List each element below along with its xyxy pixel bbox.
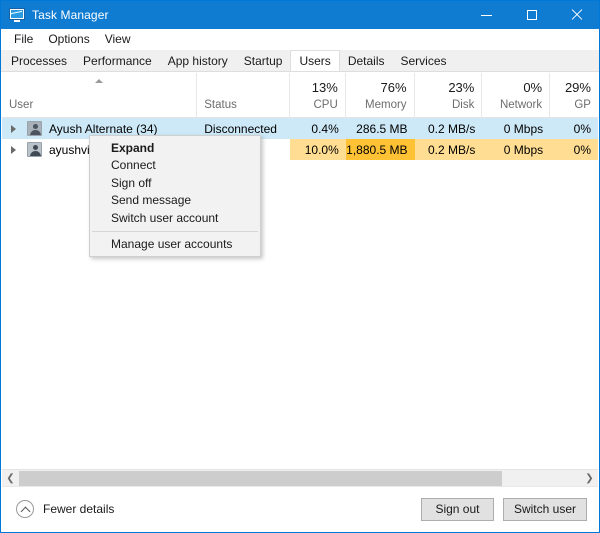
column-header-status-label: Status [204,99,237,111]
row-network-cell: 0 Mbps [482,139,551,160]
menu-bar: File Options View [1,29,599,50]
title-bar: Task Manager [1,1,599,29]
context-menu-item-connect[interactable]: Connect [90,157,260,175]
user-avatar [27,142,42,157]
close-icon[interactable] [554,1,599,29]
column-header-memory[interactable]: 76% Memory [346,73,415,118]
sort-ascending-icon [95,79,104,83]
menu-options[interactable]: Options [42,30,97,49]
row-user-name: Ayush Alternate (34) [49,121,158,136]
column-header-network[interactable]: 0% Network [482,73,551,118]
row-memory-cell: 286.5 MB [345,118,415,139]
row-cpu-cell: 10.0% [289,139,346,160]
fewer-details-label: Fewer details [43,502,115,516]
tab-users[interactable]: Users [290,50,340,71]
chevron-right-icon[interactable] [11,145,16,154]
column-header-disk-percent: 23% [448,80,475,95]
column-header-status[interactable]: Status [197,73,290,118]
tab-processes[interactable]: Processes [3,50,76,71]
column-header-user-label: User [9,99,34,111]
window-title: Task Manager [32,8,109,22]
context-menu-item-switch-user-account[interactable]: Switch user account [90,209,260,227]
scrollbar-thumb[interactable] [19,470,503,486]
column-header-user[interactable]: User [2,73,198,118]
row-cpu-cell: 0.4% [289,118,346,139]
scroll-left-icon[interactable]: ❮ [2,470,19,487]
row-status-value: Disconnected [204,121,277,136]
horizontal-scrollbar[interactable]: ❮ ❯ [2,469,598,487]
context-menu-item-expand[interactable]: Expand [90,139,260,157]
column-header-gpu[interactable]: 29% GP [550,73,598,118]
users-table: User Status 13% CPU 76% Memory 23% Disk … [2,73,598,466]
row-user-name: ayushvij [49,142,93,157]
context-menu-separator [92,230,258,232]
column-header-network-percent: 0% [523,80,543,95]
tab-details[interactable]: Details [339,50,393,71]
context-menu-item-manage-user-accounts[interactable]: Manage user accounts [90,236,260,254]
column-header-cpu[interactable]: 13% CPU [290,73,346,118]
window-controls [464,1,599,29]
task-manager-icon [9,7,25,23]
column-header-disk[interactable]: 23% Disk [415,73,483,118]
table-header: User Status 13% CPU 76% Memory 23% Disk … [2,73,598,118]
chevron-up-circle-icon [16,500,34,518]
row-disk-cell: 0.2 MB/s [414,139,483,160]
column-header-gpu-percent: 29% [564,80,591,95]
column-header-gpu-label: GP [574,99,591,111]
column-header-cpu-label: CPU [313,99,338,111]
tab-services[interactable]: Services [392,50,455,71]
task-manager-window: Task Manager File Options View Processes… [0,0,600,533]
tab-app-history[interactable]: App history [159,50,236,71]
row-memory-cell: 1,880.5 MB [345,139,415,160]
column-header-network-label: Network [499,99,543,111]
scroll-right-icon[interactable]: ❯ [581,470,598,487]
tab-strip: Processes Performance App history Startu… [1,50,599,72]
tab-startup[interactable]: Startup [235,50,291,71]
row-gpu-cell: 0% [550,139,598,160]
switch-user-button[interactable]: Switch user [502,497,587,521]
menu-view[interactable]: View [99,30,139,49]
chevron-right-icon[interactable] [11,124,16,133]
context-menu-item-send-message[interactable]: Send message [90,192,260,210]
context-menu: Expand Connect Sign off Send message Swi… [89,135,261,257]
status-bar: Fewer details Sign out Switch user [2,486,598,531]
tab-performance[interactable]: Performance [75,50,160,71]
sign-out-button[interactable]: Sign out [420,497,494,521]
menu-file[interactable]: File [8,30,41,49]
maximize-icon[interactable] [509,1,554,29]
column-header-disk-label: Disk [451,99,475,111]
column-header-memory-label: Memory [365,99,407,111]
row-gpu-cell: 0% [550,118,598,139]
user-avatar [27,121,42,136]
action-buttons: Sign out Switch user [420,497,587,521]
row-network-cell: 0 Mbps [482,118,551,139]
minimize-icon[interactable] [464,1,509,29]
row-disk-cell: 0.2 MB/s [414,118,483,139]
column-header-cpu-percent: 13% [311,80,338,95]
context-menu-item-sign-off[interactable]: Sign off [90,174,260,192]
column-header-memory-percent: 76% [380,80,407,95]
fewer-details-button[interactable]: Fewer details [16,500,114,518]
scrollbar-track[interactable] [19,469,581,487]
